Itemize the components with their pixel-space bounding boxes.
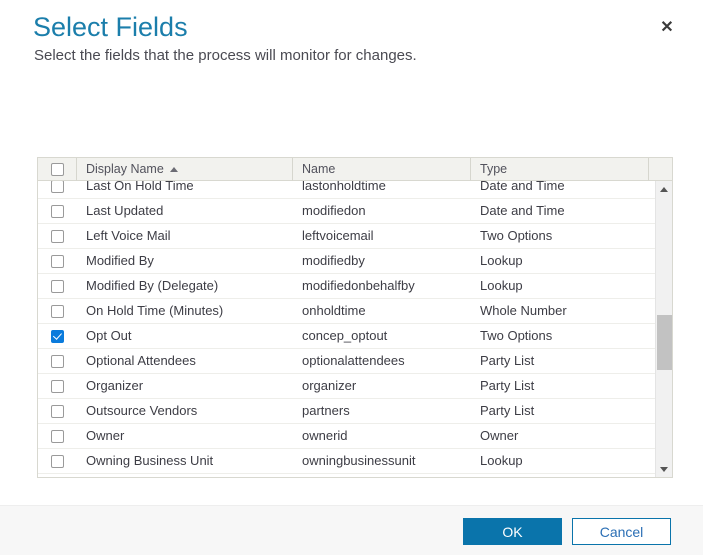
dialog-subtitle: Select the fields that the process will … (34, 47, 417, 64)
cell-name: organizer (302, 378, 357, 393)
cancel-button[interactable]: Cancel (572, 518, 671, 545)
cell-type: Date and Time (480, 181, 565, 193)
chevron-up-icon[interactable] (656, 181, 672, 198)
column-header-type[interactable]: Type (471, 158, 649, 181)
sort-ascending-icon (169, 166, 178, 172)
cell-name: owningbusinessunit (302, 453, 416, 468)
select-all-checkbox[interactable] (50, 162, 64, 176)
table-row[interactable]: Last On Hold Time lastonholdtime Date and … (38, 181, 655, 199)
column-header-display-name[interactable]: Display Name (77, 158, 293, 181)
grid-rows: Last On Hold Time lastonholdtime Date and … (38, 181, 655, 474)
cell-type: Whole Number (480, 303, 567, 318)
page-title: Select Fields (33, 12, 188, 42)
cell-type: Party List (480, 353, 535, 368)
table-row[interactable]: Modified By (Delegate) modifiedonbehalfby… (38, 274, 655, 299)
row-checkbox[interactable] (51, 379, 64, 393)
close-icon[interactable]: ✕ (656, 17, 678, 39)
cell-type: Lookup (480, 278, 523, 293)
row-checkbox-cell[interactable] (38, 454, 77, 468)
cell-type: Date and Time (480, 203, 565, 218)
cell-display-name: Modified By (86, 253, 154, 268)
row-checkbox-cell[interactable] (38, 329, 77, 343)
scroll-up-triangle (660, 187, 668, 192)
column-header-type-label: Type (480, 162, 508, 176)
row-checkbox[interactable] (51, 181, 64, 193)
cell-name: partners (302, 403, 350, 418)
cell-name: onholdtime (302, 303, 366, 318)
row-checkbox-cell[interactable] (38, 181, 77, 193)
cell-name: ownerid (302, 428, 348, 443)
row-checkbox[interactable] (51, 404, 64, 418)
row-checkbox[interactable] (51, 329, 64, 343)
fields-grid: Display Name Name Type Last On Hold Time… (37, 157, 673, 478)
cell-display-name: Last On Hold Time (86, 181, 194, 193)
vertical-scrollbar[interactable] (655, 181, 672, 477)
cell-name: optionalattendees (302, 353, 405, 368)
row-checkbox-cell[interactable] (38, 354, 77, 368)
dialog-footer: OK Cancel (0, 505, 703, 555)
cell-display-name: Outsource Vendors (86, 403, 198, 418)
row-checkbox-cell[interactable] (38, 204, 77, 218)
table-row[interactable]: Last Updated modifiedon Date and Time (38, 199, 655, 224)
row-checkbox-cell[interactable] (38, 429, 77, 443)
cell-type: Lookup (480, 453, 523, 468)
table-row[interactable]: Owner ownerid Owner (38, 424, 655, 449)
row-checkbox[interactable] (51, 429, 64, 443)
cell-type: Party List (480, 378, 535, 393)
table-row[interactable]: Organizer organizer Party List (38, 374, 655, 399)
cell-name: modifiedby (302, 253, 365, 268)
row-checkbox[interactable] (51, 454, 64, 468)
row-checkbox-cell[interactable] (38, 304, 77, 318)
row-checkbox-cell[interactable] (38, 379, 77, 393)
table-row[interactable]: Left Voice Mail leftvoicemail Two Options (38, 224, 655, 249)
cell-display-name: Owning Business Unit (86, 453, 214, 468)
table-row[interactable]: On Hold Time (Minutes) onholdtime Whole Nu… (38, 299, 655, 324)
row-checkbox[interactable] (51, 279, 64, 293)
row-checkbox[interactable] (51, 354, 64, 368)
cell-name: lastonholdtime (302, 181, 386, 193)
row-checkbox[interactable] (51, 304, 64, 318)
cell-display-name: Optional Attendees (86, 353, 196, 368)
cell-name: modifiedonbehalfby (302, 278, 415, 293)
grid-header-row: Display Name Name Type (38, 158, 672, 181)
cell-type: Two Options (480, 328, 553, 343)
grid-body: Last On Hold Time lastonholdtime Date and … (38, 181, 672, 477)
cell-name: leftvoicemail (302, 228, 374, 243)
cell-name: concep_optout (302, 328, 388, 343)
cell-display-name: Left Voice Mail (86, 228, 171, 243)
select-all-header-cell[interactable] (38, 158, 77, 181)
row-checkbox[interactable] (51, 204, 64, 218)
cell-display-name: Last Updated (86, 203, 164, 218)
cell-type: Party List (480, 403, 535, 418)
cell-display-name: Organizer (86, 378, 144, 393)
ok-button[interactable]: OK (463, 518, 562, 545)
column-header-display-name-label: Display Name (86, 162, 164, 176)
dialog-header: Select Fields Select the fields that the… (0, 0, 703, 100)
row-checkbox[interactable] (51, 254, 64, 268)
cell-display-name: Opt Out (86, 328, 132, 343)
cell-name: modifiedon (302, 203, 366, 218)
column-header-name-label: Name (302, 162, 336, 176)
row-checkbox-cell[interactable] (38, 279, 77, 293)
row-checkbox-cell[interactable] (38, 404, 77, 418)
scrollbar-thumb[interactable] (657, 315, 672, 370)
table-row[interactable]: Owning Business Unit owningbusinessunit Lo… (38, 449, 655, 474)
cell-display-name: Owner (86, 428, 125, 443)
cell-display-name: On Hold Time (Minutes) (86, 303, 224, 318)
cell-display-name: Modified By (Delegate) (86, 278, 219, 293)
table-row[interactable]: Outsource Vendors partners Party List (38, 399, 655, 424)
cell-type: Two Options (480, 228, 553, 243)
scroll-down-triangle (660, 467, 668, 472)
row-checkbox[interactable] (51, 229, 64, 243)
chevron-down-icon[interactable] (656, 461, 672, 477)
cell-type: Lookup (480, 253, 523, 268)
row-checkbox-cell[interactable] (38, 254, 77, 268)
column-header-name[interactable]: Name (293, 158, 471, 181)
row-checkbox-cell[interactable] (38, 229, 77, 243)
table-row[interactable]: Optional Attendees optionalattendees Party… (38, 349, 655, 374)
table-row[interactable]: Modified By modifiedby Lookup (38, 249, 655, 274)
column-header-blank (649, 158, 672, 181)
table-row[interactable]: Opt Out concep_optout Two Options (38, 324, 655, 349)
cell-type: Owner (480, 428, 519, 443)
